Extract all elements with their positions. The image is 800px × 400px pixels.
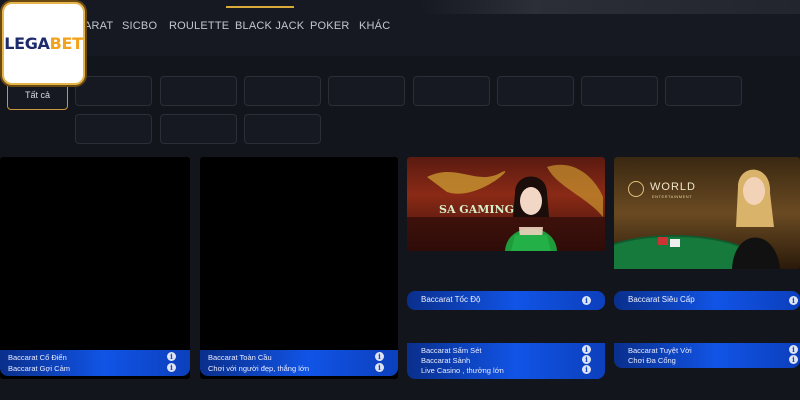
info-icon[interactable]: i — [582, 365, 591, 374]
filter-chip[interactable] — [75, 114, 152, 144]
info-icon[interactable]: i — [582, 355, 591, 364]
filter-chip[interactable] — [160, 76, 237, 106]
filter-chip[interactable] — [581, 76, 658, 106]
game-card-baccarat-speed[interactable]: SA GAMING Baccarat Tốc Độ i Baccarat Sấm… — [407, 157, 605, 379]
info-icon[interactable]: i — [789, 345, 798, 354]
card-title: Baccarat Tốc Độ — [421, 295, 481, 304]
info-icon[interactable]: i — [582, 345, 591, 354]
card-label-bar: Baccarat Cổ Điển Baccarat Gợi Cảm i i — [0, 350, 190, 376]
card-row-label: Chơi Đa Cổng — [628, 355, 676, 365]
info-icon[interactable]: i — [375, 363, 384, 372]
filter-chip[interactable] — [244, 114, 321, 144]
info-icon[interactable]: i — [582, 296, 591, 305]
filter-chip[interactable] — [413, 76, 490, 106]
game-card-grid: Baccarat Cổ Điển Baccarat Gợi Cảm i i Ba… — [0, 157, 800, 400]
card-row-label: Live Casino , thưởng lớn — [421, 365, 504, 375]
top-navigation-bar: ARAT SICBO ROULETTE BLACK JACK POKER KHÁ… — [0, 0, 800, 56]
filter-chip[interactable] — [244, 76, 321, 106]
sa-gaming-thumbnail: SA GAMING — [407, 157, 605, 251]
world-logo-icon — [628, 181, 644, 197]
game-card-baccarat-classic[interactable]: Baccarat Cổ Điển Baccarat Gợi Cảm i i — [0, 157, 190, 379]
card-title-bar: Baccarat Siêu Cấp i — [614, 291, 800, 310]
info-icon[interactable]: i — [789, 355, 798, 364]
info-icon[interactable]: i — [167, 352, 176, 361]
card-label-bar: Baccarat Toàn Cầu Chơi với người đẹp, th… — [200, 350, 398, 376]
provider-logo: WORLD — [650, 181, 696, 193]
provider-logo: SA GAMING — [439, 203, 515, 216]
nav-item-blackjack[interactable]: BLACK JACK — [235, 20, 304, 32]
card-row-label: Baccarat Gợi Cảm — [8, 363, 71, 373]
header-backdrop — [420, 0, 800, 14]
info-icon[interactable]: i — [375, 352, 384, 361]
card-title: Baccarat Siêu Cấp — [628, 295, 695, 304]
nav-active-indicator — [226, 6, 294, 8]
world-entertainment-thumbnail: WORLD ENTERTAINMENT — [614, 157, 800, 299]
game-card-baccarat-super[interactable]: WORLD ENTERTAINMENT Baccarat Siêu Cấp i … — [614, 157, 800, 369]
filter-chip[interactable] — [497, 76, 574, 106]
logo-wordmark: LEGABET — [4, 34, 83, 53]
card-row-label: Chơi với người đẹp, thắng lớn — [208, 363, 309, 373]
filter-chip[interactable] — [328, 76, 405, 106]
nav-item-baccarat[interactable]: ARAT — [84, 20, 113, 32]
filter-chip-all-label: Tất cả — [24, 90, 50, 100]
legabet-logo[interactable]: LEGABET — [2, 2, 85, 85]
dealer-table-illustration — [614, 169, 780, 299]
filter-chip[interactable] — [665, 76, 742, 106]
nav-item-poker[interactable]: POKER — [310, 20, 350, 32]
card-label-bar: Baccarat Tuyệt Vời Chơi Đa Cổng i i — [614, 343, 800, 368]
info-icon[interactable]: i — [789, 296, 798, 305]
nav-item-sicbo[interactable]: SICBO — [122, 20, 157, 32]
nav-item-roulette[interactable]: ROULETTE — [169, 20, 229, 32]
provider-subtitle: ENTERTAINMENT — [652, 194, 693, 199]
card-label-bar: Baccarat Sấm Sét Baccarat Sảnh Live Casi… — [407, 343, 605, 379]
info-icon[interactable]: i — [167, 363, 176, 372]
filter-chip[interactable] — [75, 76, 152, 106]
filter-chip[interactable] — [160, 114, 237, 144]
card-title-bar: Baccarat Tốc Độ i — [407, 291, 605, 310]
nav-item-khac[interactable]: KHÁC — [359, 20, 390, 32]
game-card-baccarat-global[interactable]: Baccarat Toàn Cầu Chơi với người đẹp, th… — [200, 157, 398, 379]
